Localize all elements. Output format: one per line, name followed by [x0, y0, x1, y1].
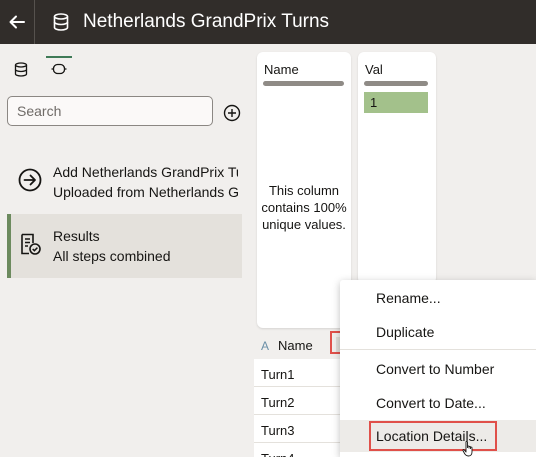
- steps-icon: [51, 63, 67, 75]
- menu-divider: [340, 349, 536, 350]
- results-icon: [17, 231, 43, 257]
- menu-item-rename[interactable]: Rename...: [340, 282, 536, 314]
- search-input[interactable]: [7, 96, 213, 126]
- arrow-right-circle-icon: [17, 167, 43, 193]
- add-step-button[interactable]: [222, 103, 242, 123]
- arrow-left-icon: [9, 15, 25, 29]
- column-profile-label: Name: [264, 62, 299, 77]
- menu-item-convert-to-date[interactable]: Convert to Date...: [340, 387, 536, 419]
- back-button[interactable]: [0, 0, 34, 44]
- text-type-icon: A: [261, 339, 270, 353]
- step-title: Add Netherlands GrandPrix Turns: [53, 164, 238, 180]
- column-profile-val[interactable]: Val 1: [358, 52, 436, 284]
- header-divider: [34, 0, 35, 44]
- tab-data[interactable]: [8, 58, 34, 80]
- step-subtitle: Uploaded from Netherlands GrandPrix Turn…: [53, 184, 238, 200]
- column-profile-name[interactable]: Name This column contains 100% unique va…: [257, 52, 351, 328]
- value-bin[interactable]: 1: [364, 92, 428, 113]
- unique-values-note: This column contains 100% unique values.: [261, 183, 347, 232]
- left-panel: Add Netherlands GrandPrix Turns Uploaded…: [0, 44, 248, 457]
- database-icon: [53, 13, 69, 31]
- step-subtitle: All steps combined: [53, 248, 171, 264]
- annotation-highlight-location-details: [369, 421, 497, 451]
- plus-circle-icon: [223, 104, 241, 122]
- app-header: Netherlands GrandPrix Turns: [0, 0, 536, 44]
- column-profile-label: Val: [365, 62, 383, 77]
- tab-steps[interactable]: [46, 58, 72, 80]
- database-icon: [14, 61, 28, 77]
- hand-cursor-icon: [462, 440, 473, 457]
- quality-bar: [263, 81, 344, 86]
- page-title: Netherlands GrandPrix Turns: [83, 11, 330, 32]
- step-title: Results: [53, 228, 100, 244]
- column-header-label: Name: [278, 338, 313, 353]
- menu-item-convert-to-number[interactable]: Convert to Number: [340, 353, 536, 385]
- quality-bar: [364, 81, 428, 86]
- menu-item-duplicate[interactable]: Duplicate: [340, 316, 536, 348]
- step-item-results[interactable]: Results All steps combined: [7, 214, 242, 278]
- step-item-add-dataset[interactable]: Add Netherlands GrandPrix Turns Uploaded…: [7, 150, 242, 214]
